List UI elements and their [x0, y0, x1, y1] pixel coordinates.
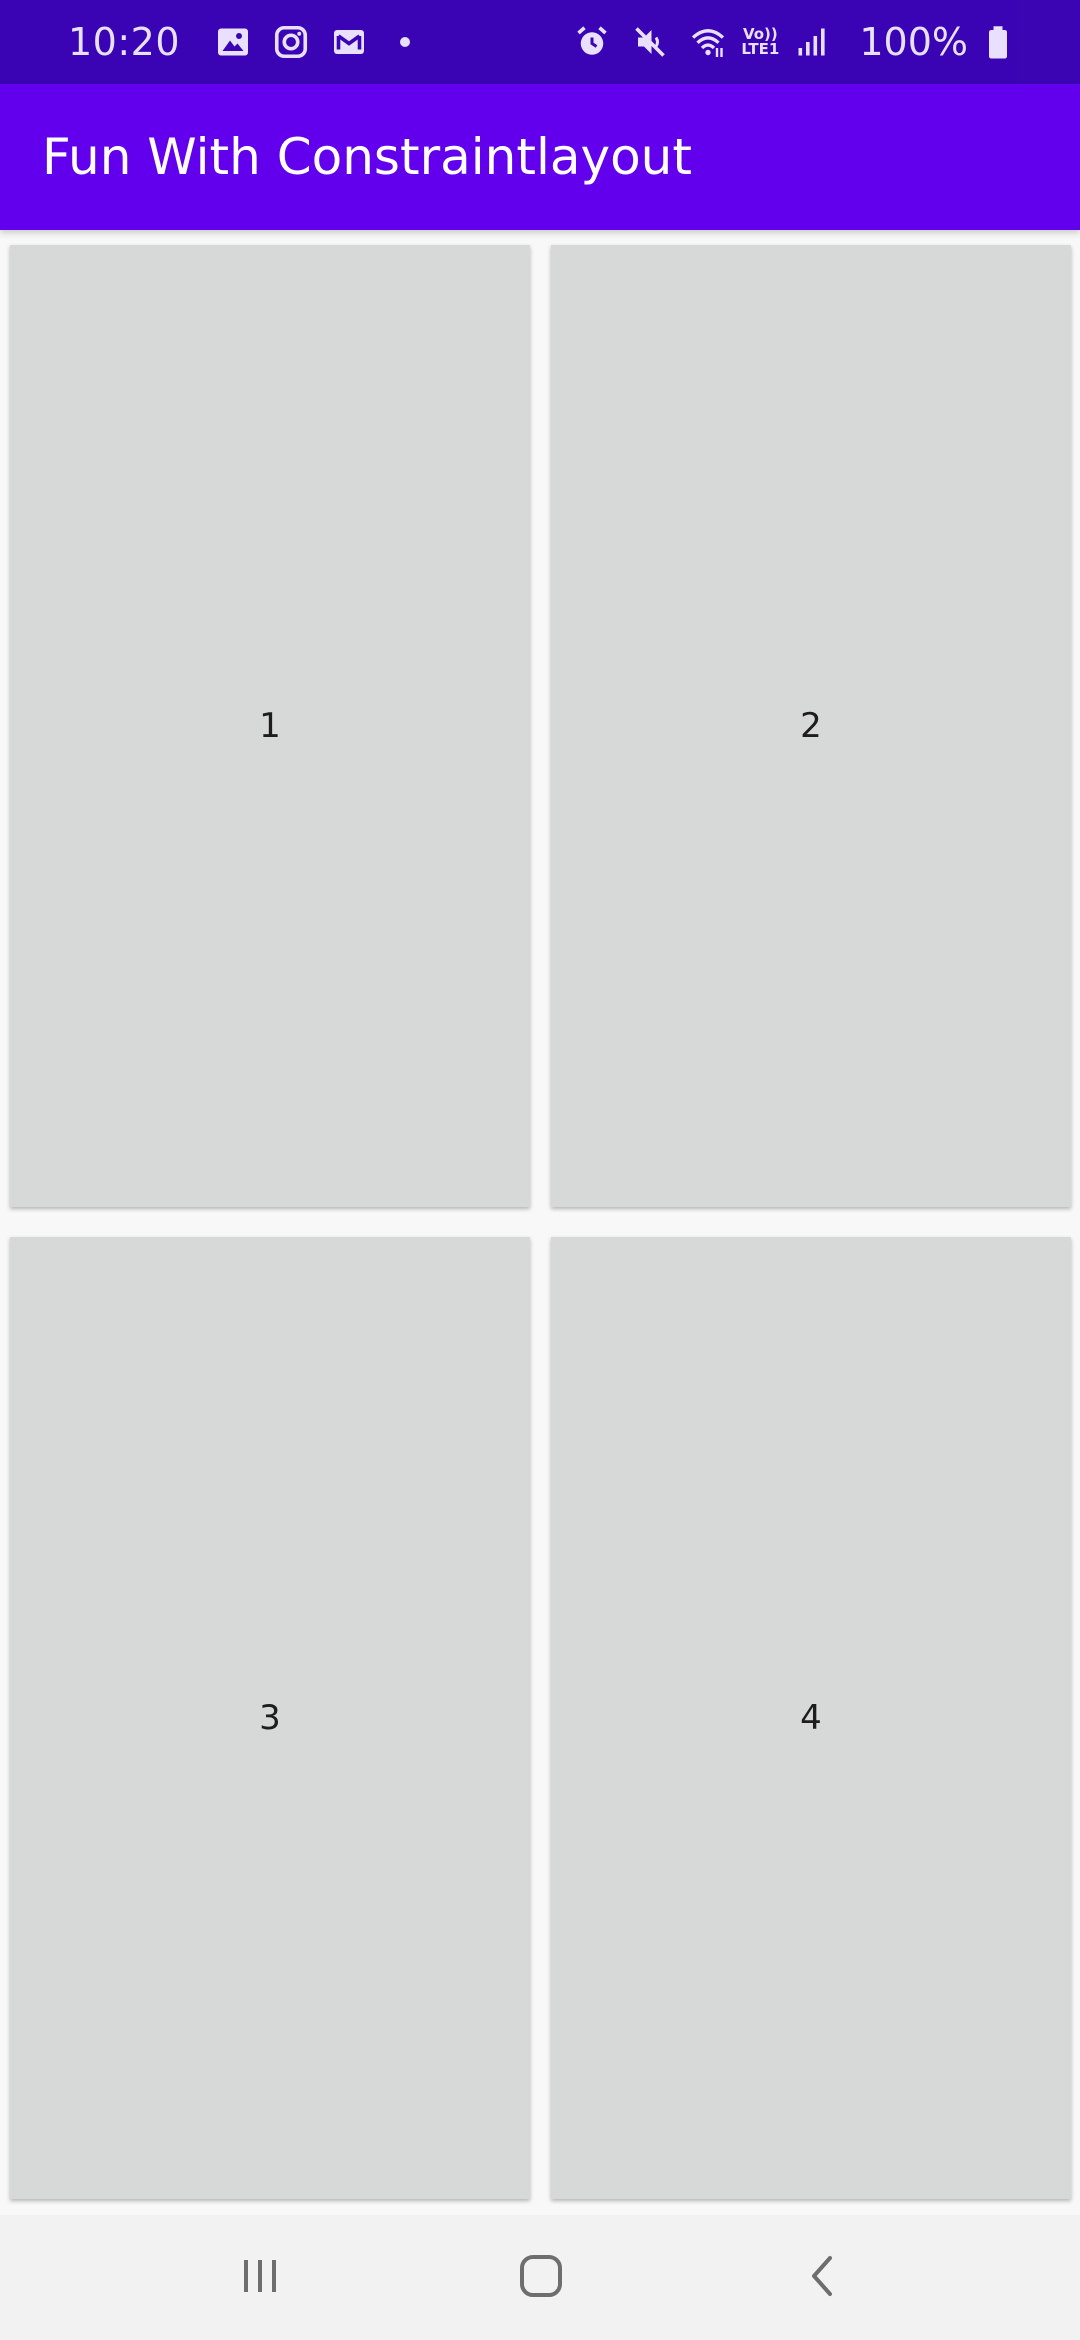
card-2[interactable]: 2: [551, 245, 1071, 1207]
mute-icon: [630, 22, 670, 62]
instagram-icon: [271, 22, 311, 62]
home-button[interactable]: [471, 2215, 611, 2340]
card-4[interactable]: 4: [551, 1237, 1071, 2199]
gmail-icon: [329, 22, 369, 62]
status-bar: 10:20 Vo)) LTE1 100%: [0, 0, 1080, 84]
card-3[interactable]: 3: [10, 1237, 530, 2199]
gallery-icon: [213, 22, 253, 62]
app-bar: Fun With Constraintlayout: [0, 84, 1080, 230]
signal-icon: [792, 22, 832, 62]
recents-button[interactable]: [190, 2215, 330, 2340]
wifi-icon: [688, 22, 728, 62]
card-label: 4: [800, 1698, 822, 1738]
app-title: Fun With Constraintlayout: [42, 128, 692, 186]
card-label: 1: [259, 706, 281, 746]
battery-percent: 100%: [859, 20, 968, 64]
card-label: 3: [259, 1698, 281, 1738]
notification-dot: [400, 37, 411, 47]
card-label: 2: [800, 706, 822, 746]
card-1[interactable]: 1: [10, 245, 530, 1207]
alarm-icon: [572, 22, 612, 62]
back-button[interactable]: [752, 2215, 892, 2340]
home-icon: [517, 2252, 565, 2304]
status-time: 10:20: [68, 20, 181, 64]
status-left: 10:20: [68, 20, 411, 64]
status-right: Vo)) LTE1 100%: [563, 20, 1018, 64]
back-icon: [800, 2254, 844, 2302]
network-label: Vo)) LTE1: [741, 27, 779, 57]
battery-icon: [978, 22, 1018, 62]
network-label-bottom: LTE1: [741, 40, 780, 58]
recents-icon: [238, 2254, 282, 2302]
navigation-bar: [0, 2215, 1080, 2340]
